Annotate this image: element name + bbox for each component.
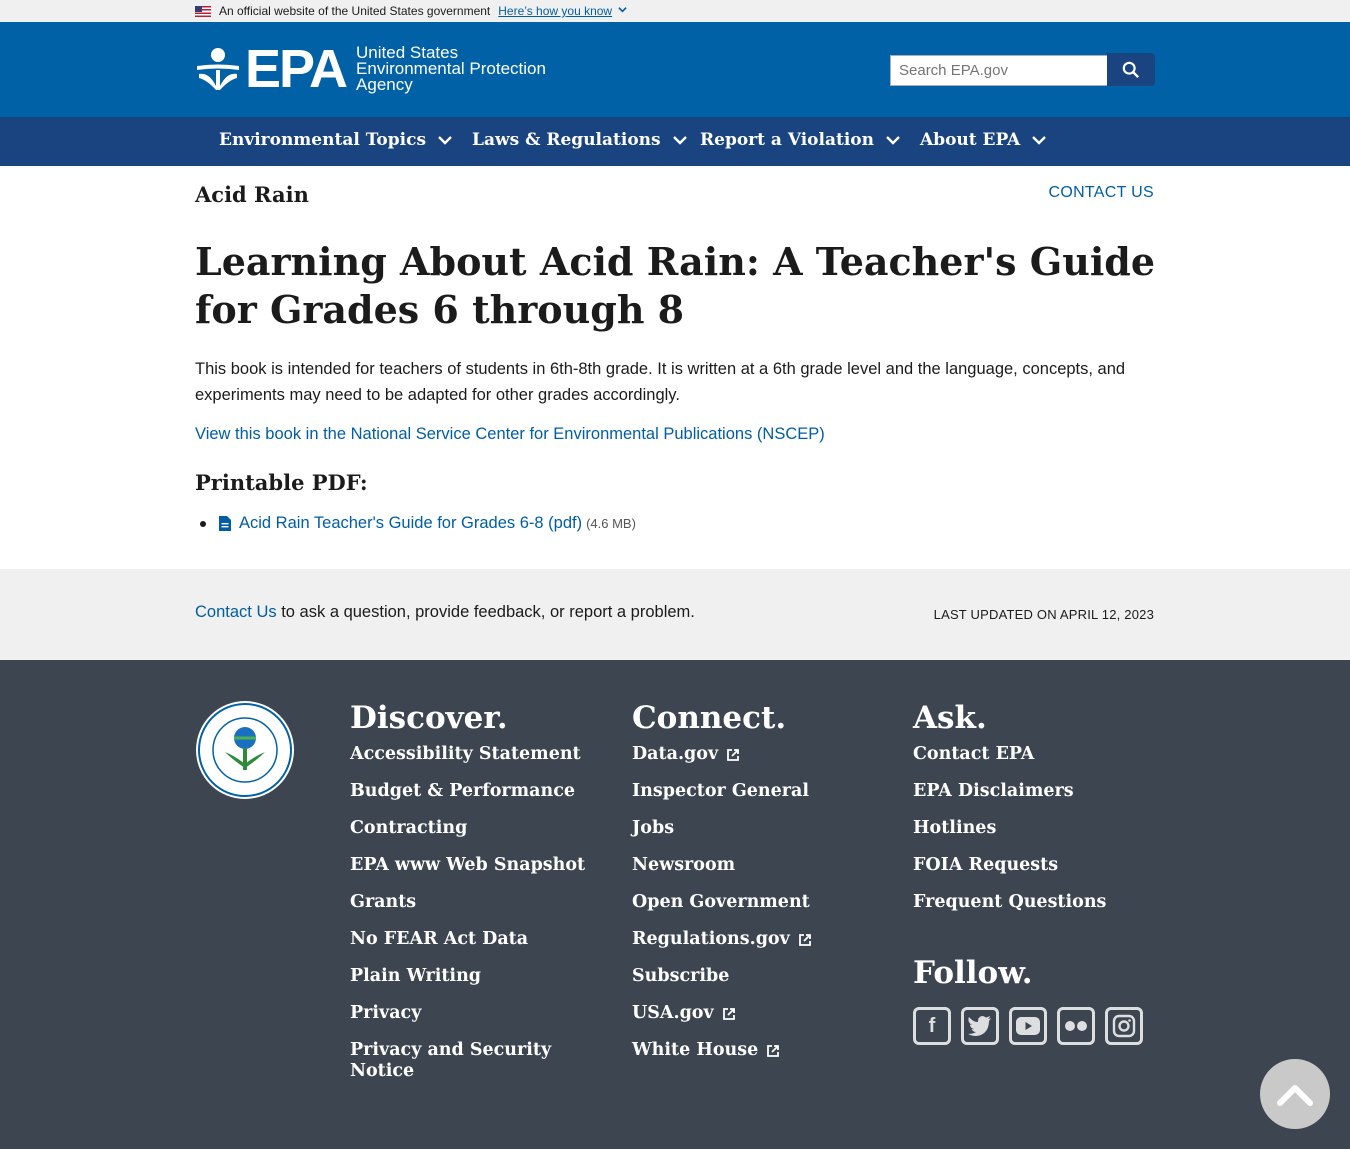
footer-link[interactable]: Privacy (350, 1003, 585, 1024)
feedback-text: Contact Us to ask a question, provide fe… (195, 603, 695, 622)
footer-link[interactable]: Budget & Performance (350, 781, 585, 802)
pdf-list: Acid Rain Teacher's Guide for Grades 6-8… (195, 514, 636, 533)
feedback-sentence: to ask a question, provide feedback, or … (276, 603, 695, 621)
instagram-icon[interactable] (1105, 1007, 1143, 1045)
footer-ask: Ask. Contact EPA EPA Disclaimers Hotline… (913, 700, 1106, 929)
connect-heading: Connect. (632, 700, 787, 736)
search-button[interactable] (1107, 53, 1155, 86)
footer-connect: Connect. Data.gov Inspector General Jobs… (632, 700, 812, 1077)
ask-heading: Ask. (913, 700, 987, 736)
footer-link[interactable]: Plain Writing (350, 966, 585, 987)
us-flag-icon (195, 5, 211, 17)
pdf-download-link[interactable]: Acid Rain Teacher's Guide for Grades 6-8… (239, 514, 582, 533)
epa-logo[interactable]: EPA United States Environmental Protecti… (195, 39, 546, 99)
chevron-down-icon (438, 136, 452, 145)
footer-link[interactable]: Frequent Questions (913, 892, 1106, 913)
discover-heading: Discover. (350, 700, 508, 736)
section-title[interactable]: Acid Rain (195, 182, 309, 207)
follow-heading: Follow. (913, 955, 1033, 991)
twitter-icon[interactable] (961, 1007, 999, 1045)
footer-link-label: Data.gov (632, 744, 719, 764)
external-link-icon (798, 933, 811, 946)
logo-abbrev: EPA (245, 39, 348, 99)
back-to-top-button[interactable] (1260, 1059, 1330, 1129)
file-icon (219, 516, 231, 531)
footer-follow: Follow. f (913, 955, 1143, 1045)
pdf-heading: Printable PDF: (195, 470, 368, 495)
epa-seal-icon (196, 701, 294, 799)
search-input[interactable]: Search EPA.gov (890, 55, 1108, 86)
chevron-down-icon[interactable] (618, 5, 627, 17)
site-footer: Discover. Accessibility Statement Budget… (0, 660, 1350, 1149)
footer-link[interactable]: Subscribe (632, 966, 812, 987)
flickr-icon[interactable] (1057, 1007, 1095, 1045)
footer-link[interactable]: Privacy and Security Notice (350, 1040, 560, 1082)
footer-link-external[interactable]: White House (632, 1040, 812, 1061)
footer-link-label: Regulations.gov (632, 929, 790, 949)
file-size: (4.6 MB) (586, 516, 636, 531)
gov-banner-text: An official website of the United States… (219, 4, 491, 18)
footer-discover: Discover. Accessibility Statement Budget… (350, 700, 585, 1098)
logo-agency-name: United States Environmental Protection A… (356, 44, 546, 94)
footer-link-external[interactable]: Regulations.gov (632, 929, 812, 950)
chevron-down-icon (672, 136, 687, 145)
external-link-icon (722, 1007, 735, 1020)
footer-link[interactable]: EPA Disclaimers (913, 781, 1106, 802)
gov-banner: An official website of the United States… (0, 0, 1350, 22)
footer-link[interactable]: Newsroom (632, 855, 812, 876)
facebook-icon[interactable]: f (913, 1007, 951, 1045)
feedback-contact-link[interactable]: Contact Us (195, 603, 277, 621)
bullet (200, 520, 206, 527)
contact-us-link[interactable]: CONTACT US (1048, 184, 1154, 202)
nav-about-epa[interactable]: About EPA (920, 130, 1047, 150)
site-header: EPA United States Environmental Protecti… (0, 22, 1350, 117)
nav-label: Laws & Regulations (472, 130, 661, 150)
footer-link[interactable]: No FEAR Act Data (350, 929, 585, 950)
main-nav: Environmental Topics Laws & Regulations … (0, 117, 1350, 166)
chevron-up-icon (1277, 1085, 1313, 1106)
footer-link[interactable]: Grants (350, 892, 585, 913)
footer-link[interactable]: Inspector General (632, 781, 812, 802)
footer-link[interactable]: Contact EPA (913, 744, 1106, 765)
footer-link[interactable]: Hotlines (913, 818, 1106, 839)
external-link-icon (727, 748, 740, 761)
last-updated: LAST UPDATED ON APRIL 12, 2023 (933, 607, 1154, 622)
search-icon (1122, 61, 1140, 78)
nav-label: Environmental Topics (219, 130, 427, 150)
nav-laws-regulations[interactable]: Laws & Regulations (472, 130, 687, 150)
nav-label: About EPA (920, 130, 1021, 150)
nav-environmental-topics[interactable]: Environmental Topics (219, 130, 452, 150)
footer-link[interactable]: Contracting (350, 818, 585, 839)
footer-link[interactable]: FOIA Requests (913, 855, 1106, 876)
nav-label: Report a Violation (700, 130, 875, 150)
youtube-icon[interactable] (1009, 1007, 1047, 1045)
chevron-down-icon (886, 136, 900, 145)
footer-link[interactable]: Accessibility Statement (350, 744, 585, 765)
intro-paragraph: This book is intended for teachers of st… (195, 360, 1126, 404)
chevron-down-icon (1032, 136, 1047, 145)
footer-link[interactable]: EPA www Web Snapshot (350, 855, 585, 876)
epa-flower-icon (197, 48, 239, 90)
footer-link-external[interactable]: Data.gov (632, 744, 812, 765)
footer-link-external[interactable]: USA.gov (632, 1003, 812, 1024)
page-title: Learning About Acid Rain: A Teacher's Gu… (195, 239, 1156, 332)
feedback-band: Contact Us to ask a question, provide fe… (0, 569, 1350, 660)
external-link-icon (767, 1044, 780, 1057)
footer-link[interactable]: Open Government (632, 892, 812, 913)
list-item: Acid Rain Teacher's Guide for Grades 6-8… (195, 514, 636, 533)
footer-link[interactable]: Jobs (632, 818, 812, 839)
footer-link-label: White House (632, 1040, 759, 1060)
nav-report-violation[interactable]: Report a Violation (700, 130, 900, 150)
footer-link-label: USA.gov (632, 1003, 714, 1023)
heres-how-you-know-link[interactable]: Here’s how you know (498, 4, 612, 18)
nscep-link[interactable]: View this book in the National Service C… (195, 425, 825, 444)
logo-line-3: Agency (356, 75, 413, 94)
